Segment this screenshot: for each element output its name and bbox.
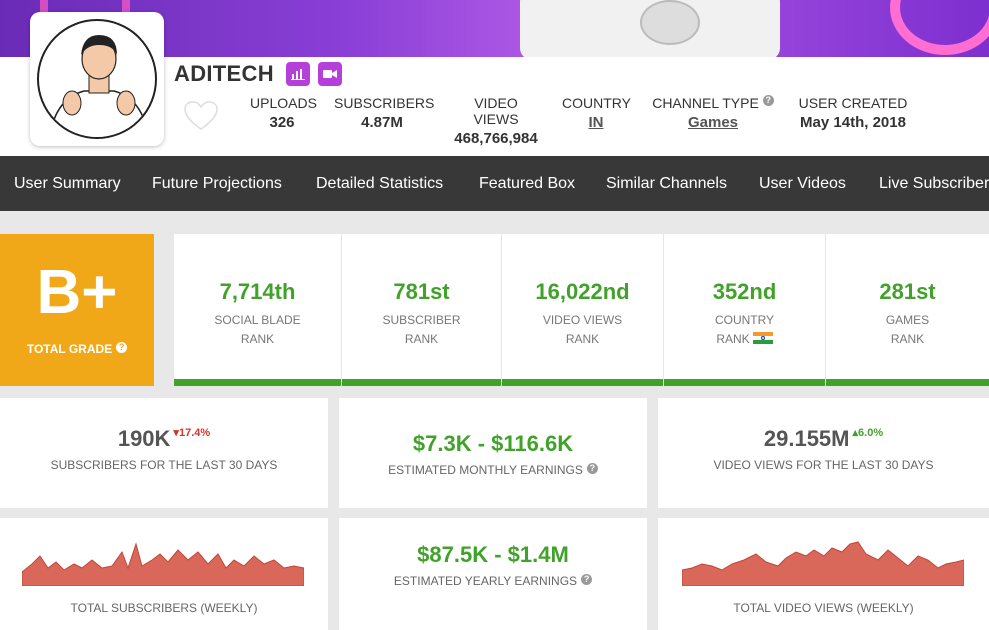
views-30-days-card: 29.155M ▴6.0% VIDEO VIEWS FOR THE LAST 30…	[658, 398, 989, 508]
video-camera-icon[interactable]	[318, 62, 342, 86]
country-stat: COUNTRY IN	[562, 95, 631, 131]
country-link[interactable]: IN	[562, 114, 630, 131]
nav-live-subscriber[interactable]: Live Subscriber	[879, 156, 989, 211]
section-nav: User Summary Future Projections Detailed…	[0, 156, 989, 211]
avatar	[37, 19, 157, 139]
total-subscribers-chart-card: TOTAL SUBSCRIBERS (WEEKLY)	[0, 518, 328, 630]
grade-value: B+	[36, 258, 118, 327]
help-icon[interactable]: ?	[581, 574, 593, 585]
monthly-earnings-value: $7.3K - $116.6K	[412, 431, 574, 456]
channel-avatar-frame	[30, 12, 164, 146]
subscribers-change: ▾17.4%	[173, 427, 211, 439]
subscribers-sparkline	[22, 542, 304, 586]
video-views-stat: VIDEO VIEWS 468,766,984	[454, 95, 538, 147]
help-icon[interactable]: ?	[586, 463, 598, 474]
nav-user-videos[interactable]: User Videos	[759, 156, 846, 211]
channel-name: ADITECH	[174, 61, 274, 86]
views-change: ▴6.0%	[852, 427, 884, 439]
nav-future-projections[interactable]: Future Projections	[152, 156, 282, 211]
monthly-earnings-card: $7.3K - $116.6K ESTIMATED MONTHLY EARNIN…	[339, 398, 647, 508]
views-sparkline	[682, 541, 964, 586]
nav-featured-box[interactable]: Featured Box	[479, 156, 575, 211]
total-grade-box: B+ TOTAL GRADE?	[0, 234, 154, 386]
india-flag-icon	[752, 332, 773, 344]
subscriber-rank: 781st SUBSCRIBER RANK	[342, 234, 502, 386]
country-rank: 352nd COUNTRY RANK	[664, 234, 826, 386]
subscribers-30-days-value: 190K	[117, 426, 171, 451]
nav-similar-channels[interactable]: Similar Channels	[606, 156, 727, 211]
total-views-chart-card: TOTAL VIDEO VIEWS (WEEKLY)	[658, 518, 989, 630]
channel-type-stat: CHANNEL TYPE? Games	[650, 95, 776, 131]
uploads-stat: UPLOADS 326	[250, 95, 317, 131]
subscribers-stat: SUBSCRIBERS 4.87M	[334, 95, 435, 131]
ranks-panel: 7,714th SOCIAL BLADE RANK 781st SUBSCRIBE…	[174, 234, 989, 386]
help-icon[interactable]: ?	[116, 342, 128, 353]
nav-user-summary[interactable]: User Summary	[14, 156, 121, 211]
views-30-days-value: 29.155M	[763, 426, 850, 451]
games-rank: 281st GAMES RANK	[826, 234, 989, 386]
help-icon[interactable]: ?	[762, 95, 774, 106]
yearly-earnings-value: $87.5K - $1.4M	[417, 542, 569, 567]
user-created-stat: USER CREATED May 14th, 2018	[798, 95, 908, 131]
subscribers-30-days-card: 190K ▾17.4% SUBSCRIBERS FOR THE LAST 30 D…	[0, 398, 328, 508]
favorite-heart-icon[interactable]	[184, 101, 218, 136]
nav-detailed-statistics[interactable]: Detailed Statistics	[316, 156, 443, 211]
yearly-earnings-card: $87.5K - $1.4M ESTIMATED YEARLY EARNINGS…	[339, 518, 647, 630]
channel-type-link[interactable]: Games	[650, 114, 776, 131]
grade-label: TOTAL GRADE	[26, 342, 113, 356]
video-views-rank: 16,022nd VIDEO VIEWS RANK	[502, 234, 664, 386]
social-blade-rank: 7,714th SOCIAL BLADE RANK	[174, 234, 342, 386]
stats-chart-icon[interactable]	[286, 62, 310, 86]
